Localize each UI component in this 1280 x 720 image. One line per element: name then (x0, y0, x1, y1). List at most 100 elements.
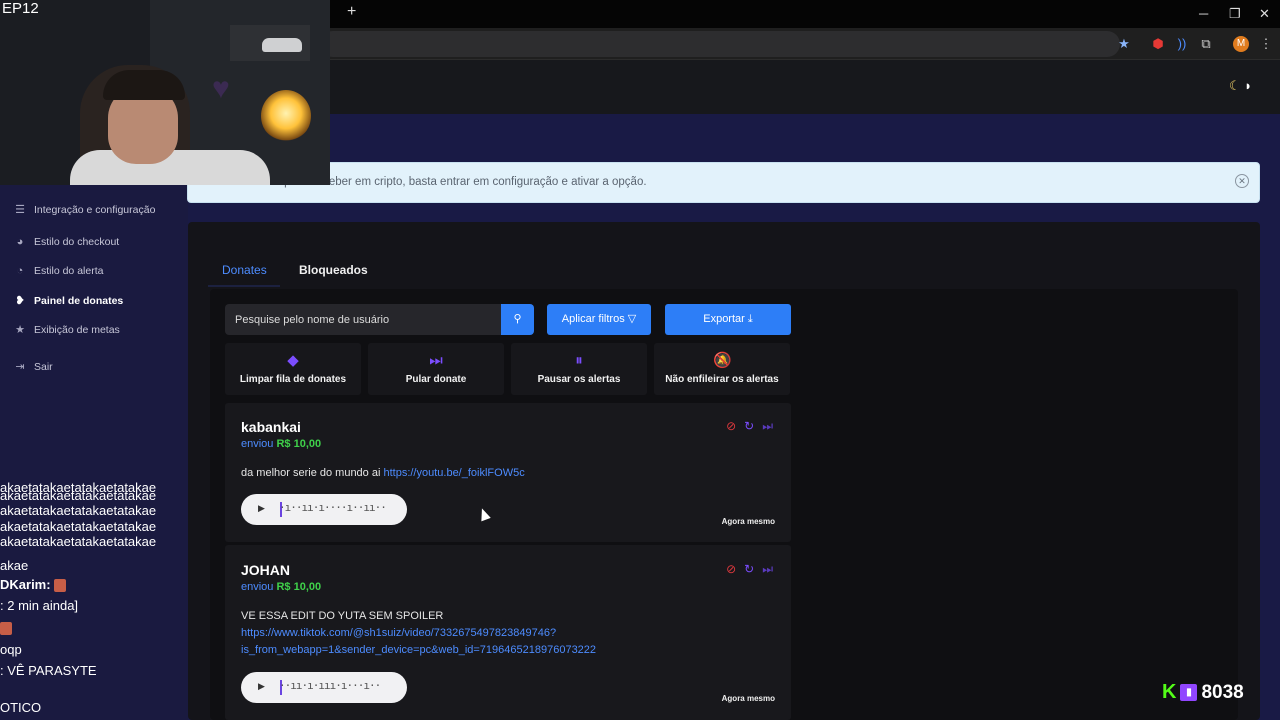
chat-line: DKarim: (0, 577, 67, 593)
chat-line (0, 620, 12, 636)
export-button[interactable]: Exportar ⤓ (665, 304, 791, 335)
record-icon[interactable]: ⬢ (1150, 36, 1166, 52)
minimize-icon[interactable]: ─ (1199, 6, 1208, 21)
search-button[interactable]: ⚲ (501, 304, 534, 335)
apply-filters-label: Aplicar filtros (561, 313, 625, 325)
play-icon[interactable]: ▶ (258, 681, 265, 692)
donation-actions: ⊘ ↻ ⏭ (726, 419, 773, 434)
action-label: Pular donate (405, 374, 467, 385)
hand-coin-icon: ❥ (15, 295, 25, 307)
donation-time: Agora mesmo (721, 694, 775, 703)
eraser-icon: ◆ (287, 352, 299, 369)
sun-icon: ☾ (1229, 78, 1241, 93)
logout-icon: ⇥ (15, 361, 25, 373)
filter-icon: ▽ (627, 313, 637, 325)
no-queue-alerts-button[interactable]: 🔕 Não enfileirar os alertas (654, 343, 790, 395)
play-icon[interactable]: ▶ (258, 503, 265, 514)
viewer-counter: K ▮ 8038 (1162, 681, 1244, 704)
donation-item: kabankai enviou R$ 10,00 da melhor serie… (225, 403, 791, 542)
donation-message: da melhor serie do mundo ai https://yout… (241, 467, 525, 479)
donation-actions: ⊘ ↻ ⏭ (726, 562, 773, 577)
waveform: ··ıı·ı·ııı·ı···ı·· (279, 679, 381, 692)
emote-icon (54, 579, 67, 593)
sidebar-item-label: Estilo do checkout (34, 236, 120, 248)
action-label: Não enfileirar os alertas (665, 374, 779, 385)
action-label: Limpar fila de donates (239, 374, 347, 385)
audio-player[interactable]: ▶ ·ı··ıı·ı····ı··ıı·· (241, 494, 407, 525)
extensions-icon[interactable]: ⧉ (1198, 36, 1214, 52)
replay-icon[interactable]: ↻ (744, 419, 754, 434)
donation-message: VE ESSA EDIT DO YUTA SEM SPOILER (241, 610, 444, 622)
sidebar-item-estilo-checkout[interactable]: ◕ Estilo do checkout (14, 236, 120, 248)
donation-item: JOHAN enviou R$ 10,00 VE ESSA EDIT DO YU… (225, 545, 791, 720)
kick-icon: K (1162, 681, 1177, 703)
star-icon[interactable]: ★ (1116, 36, 1132, 52)
pause-icon: ⏸ (575, 352, 583, 369)
chat-line: : VÊ PARASYTE (0, 663, 97, 678)
sidebar-item-painel-donates[interactable]: ❥ Painel de donates (14, 295, 123, 307)
chat-line: : 2 min ainda] (0, 598, 79, 613)
amount-value: R$ 10,00 (276, 581, 322, 593)
close-icon[interactable]: ✕ (1235, 174, 1249, 188)
block-icon[interactable]: ⊘ (726, 419, 736, 434)
sidebar-item-integracao[interactable]: ☰ Integração e configuração (14, 204, 155, 216)
sidebar-item-label: Estilo do alerta (34, 265, 104, 277)
emote-icon (0, 622, 12, 636)
address-bar[interactable] (320, 31, 1120, 57)
pause-alerts-button[interactable]: ⏸ Pausar os alertas (511, 343, 647, 395)
skip-icon[interactable]: ⏭ (762, 419, 773, 434)
menu-icon[interactable]: ⋮ (1258, 36, 1274, 52)
sidebar-item-label: Painel de donates (34, 295, 124, 307)
new-tab-icon[interactable]: + (347, 3, 356, 21)
sidebar-item-label: Exibição de metas (34, 324, 120, 336)
skip-icon[interactable]: ⏭ (762, 562, 773, 577)
tab-bloqueados[interactable]: Bloqueados (299, 263, 368, 277)
replay-icon[interactable]: ↻ (744, 562, 754, 577)
profile-avatar[interactable]: M (1233, 36, 1249, 52)
apply-filters-button[interactable]: Aplicar filtros ▽ (547, 304, 651, 335)
close-window-icon[interactable]: ✕ (1259, 6, 1270, 22)
download-icon: ⤓ (747, 313, 753, 325)
audio-player[interactable]: ▶ ··ıı·ı·ııı·ı···ı·· (241, 672, 407, 703)
model-car (262, 38, 302, 52)
bell-off-icon: 🔕 (713, 352, 732, 369)
sidebar-item-estilo-alerta[interactable]: ◔ Estilo do alerta (14, 265, 104, 277)
donor-name: JOHAN (241, 562, 291, 578)
message-link-line[interactable]: https://www.tiktok.com/@sh1suiz/video/73… (241, 625, 596, 642)
chat-line: akaetatakaetatakaetatakae (0, 519, 157, 534)
star-icon: ★ (15, 324, 25, 336)
chat-line: akaetatakaetatakaetatakae (0, 534, 157, 549)
waveform: ·ı··ıı·ı····ı··ıı·· (279, 501, 387, 514)
chat-line: oqp (0, 642, 22, 657)
sidebar-item-sair[interactable]: ⇥ Sair (14, 361, 53, 373)
message-text: da melhor serie do mundo ai (241, 467, 384, 479)
webcam-overlay: ♥ (0, 0, 330, 185)
action-label: Pausar os alertas (537, 374, 621, 385)
donation-amount: enviou R$ 10,00 (241, 438, 321, 450)
clear-queue-button[interactable]: ◆ Limpar fila de donates (225, 343, 361, 395)
search-input[interactable] (225, 304, 501, 335)
block-icon[interactable]: ⊘ (726, 562, 736, 577)
sent-label: enviou (241, 581, 274, 593)
skip-donate-button[interactable]: ⏭ Pular donate (368, 343, 504, 395)
chat-line: akaetatakaetatakaetatakae (0, 503, 157, 518)
message-link[interactable]: https://youtu.be/_foiklFOW5c (383, 467, 524, 479)
search-icon: ⚲ (513, 313, 522, 325)
episode-label: EP12 (2, 0, 39, 17)
info-alert: cê também pode receber em cripto, basta … (187, 162, 1260, 203)
donation-time: Agora mesmo (721, 517, 775, 526)
theme-toggle[interactable]: ☾ ◗ (1229, 78, 1252, 94)
chat-line: akaetatakaetatakaetatakae (0, 488, 157, 503)
sidebar-item-label: Sair (34, 361, 53, 373)
restore-icon[interactable]: ❐ (1229, 6, 1241, 22)
cast-icon[interactable]: )) (1174, 36, 1190, 52)
moon-icon: ◗ (1244, 78, 1253, 93)
skip-icon: ⏭ (429, 352, 443, 369)
message-link-line[interactable]: is_from_webapp=1&sender_device=pc&web_id… (241, 642, 596, 659)
tab-donates[interactable]: Donates (222, 263, 267, 277)
message-link[interactable]: https://www.tiktok.com/@sh1suiz/video/73… (241, 625, 596, 659)
lamp (261, 90, 311, 142)
donation-amount: enviou R$ 10,00 (241, 581, 321, 593)
twitch-icon: ▮ (1180, 684, 1198, 701)
sidebar-item-exibicao-metas[interactable]: ★ Exibição de metas (14, 324, 120, 336)
